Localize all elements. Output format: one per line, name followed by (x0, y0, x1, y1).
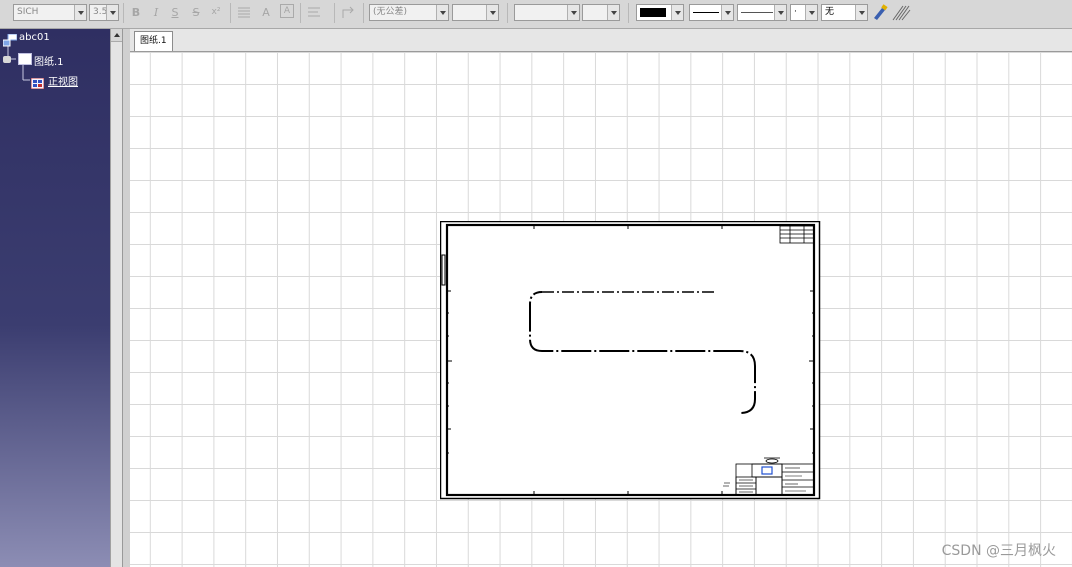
bold-button[interactable]: B (128, 4, 144, 21)
chevron-down-icon[interactable] (607, 5, 619, 20)
fill-combo[interactable]: 无 (821, 4, 868, 21)
paint-brush-icon[interactable] (871, 4, 889, 21)
separator (363, 3, 364, 23)
strikethrough-button[interactable]: S (188, 4, 204, 21)
color-swatch (640, 8, 666, 17)
watermark: CSDN @三月枫火 (941, 543, 1056, 559)
tree-item-sheet[interactable]: 图纸.1 (34, 53, 64, 68)
separator (123, 3, 124, 23)
text-properties-icon[interactable] (306, 4, 322, 21)
point-style-value: · (794, 7, 797, 17)
chevron-down-icon[interactable] (74, 5, 86, 20)
expand-node-icon[interactable] (3, 56, 11, 63)
tree-item-view[interactable]: 正视图 (48, 73, 78, 88)
separator (507, 3, 508, 23)
tree-root-icon[interactable] (2, 32, 18, 47)
chevron-down-icon[interactable] (436, 5, 448, 20)
chevron-down-icon[interactable] (774, 5, 786, 20)
tab-sheet-1[interactable]: 图纸.1 (134, 31, 173, 51)
chevron-down-icon[interactable] (855, 5, 867, 20)
font-name-value: SICH (17, 7, 39, 17)
point-style-combo[interactable]: · (790, 4, 818, 21)
sheet-outer-border (440, 221, 821, 500)
format-combo[interactable] (514, 4, 580, 21)
line-type-preview (693, 12, 719, 13)
line-type-combo[interactable] (689, 4, 734, 21)
underline-button[interactable]: S (167, 4, 183, 21)
chevron-down-icon[interactable] (805, 5, 817, 20)
color-combo[interactable] (636, 4, 684, 21)
chevron-down-icon[interactable] (721, 5, 733, 20)
specification-tree: abc01 图纸.1 正视图 (0, 29, 110, 567)
chevron-down-icon[interactable] (486, 5, 498, 20)
separator (230, 3, 231, 23)
tolerance-value-combo[interactable] (452, 4, 499, 21)
chevron-down-icon[interactable] (671, 5, 683, 20)
sheet-icon[interactable] (18, 53, 32, 65)
sheet-tab-bar: 图纸.1 (130, 29, 1072, 52)
drawing-sheet[interactable] (440, 221, 822, 501)
toolbar: SICH 3.5 B I S S x² A A (无公差) · 无 (0, 0, 1072, 29)
justify-icon[interactable] (236, 4, 252, 21)
line-weight-combo[interactable] (737, 4, 787, 21)
text-frame-button[interactable]: A (258, 4, 274, 21)
tree-scrollbar[interactable] (110, 29, 122, 567)
hatching-icon[interactable] (891, 4, 911, 21)
tolerance-combo[interactable]: (无公差) (369, 4, 449, 21)
scroll-up-arrow-icon[interactable] (111, 29, 122, 42)
dimension-icon[interactable] (341, 4, 357, 21)
separator (628, 3, 629, 23)
font-size-combo[interactable]: 3.5 (89, 4, 119, 21)
italic-button[interactable]: I (148, 4, 164, 21)
chevron-down-icon[interactable] (567, 5, 579, 20)
text-frame-box-button[interactable]: A (280, 4, 294, 18)
font-name-combo[interactable]: SICH (13, 4, 87, 21)
view-icon[interactable] (30, 74, 45, 90)
superscript-button[interactable]: x² (208, 4, 224, 21)
tolerance-value: (无公差) (373, 7, 408, 17)
precision-combo[interactable] (582, 4, 620, 21)
separator (334, 3, 335, 23)
tree-item-root[interactable]: abc01 (19, 32, 50, 43)
line-weight-preview (741, 12, 773, 13)
separator (300, 3, 301, 23)
fill-value: 无 (825, 7, 835, 17)
chevron-down-icon[interactable] (106, 5, 118, 20)
